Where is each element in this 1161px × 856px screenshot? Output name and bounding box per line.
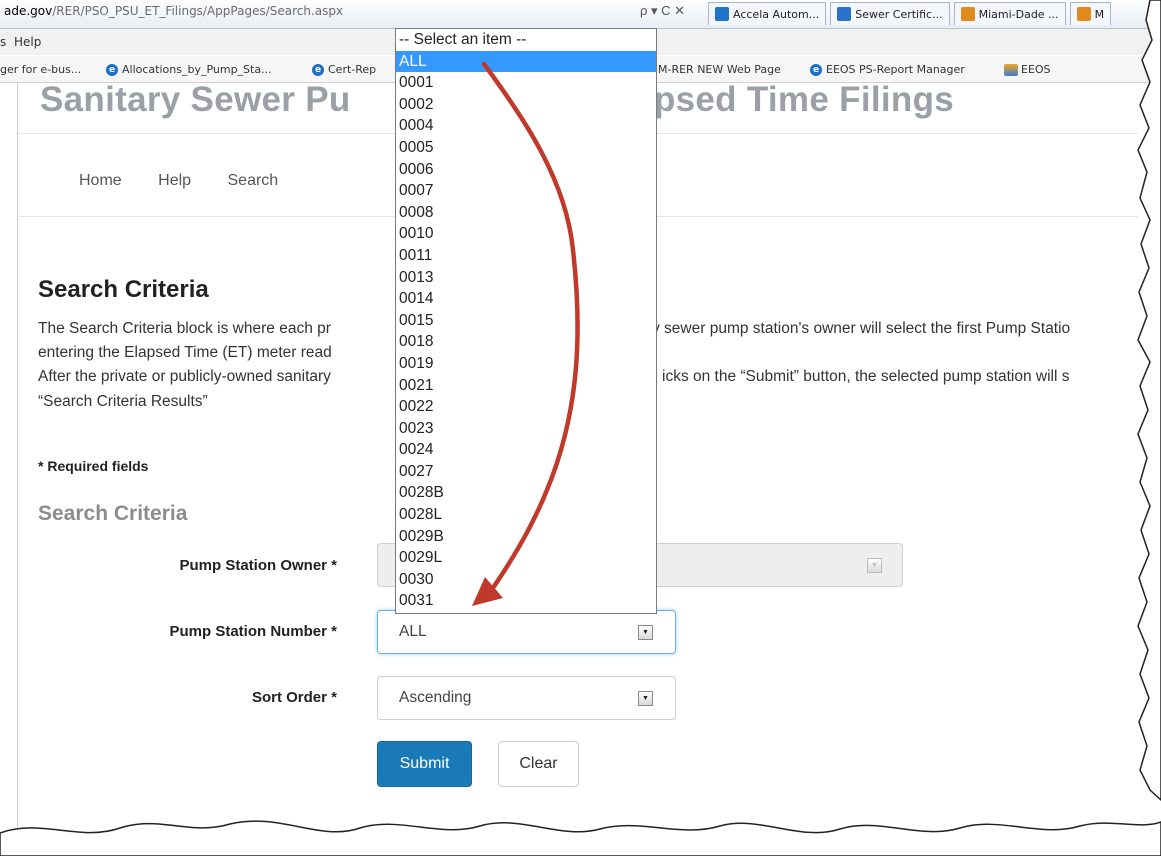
favorite-item[interactable]: e Allocations_by_Pump_Sta... [106,63,272,76]
url-text[interactable]: ade.gov/RER/PSO_PSU_ET_Filings/AppPages/… [4,4,343,18]
dropdown-option[interactable]: 0029L [396,547,656,569]
miami-dade-icon [1076,7,1091,21]
dropdown-option[interactable]: 0027 [396,461,656,483]
ie-icon: e [810,63,822,76]
dropdown-option[interactable]: 0022 [396,396,656,418]
dropdown-option[interactable]: 0001 [396,72,656,94]
dropdown-option[interactable]: 0005 [396,137,656,159]
dropdown-option[interactable]: 0007 [396,180,656,202]
menu-item-help[interactable]: Help [14,35,41,49]
dropdown-option[interactable]: 0031 [396,590,656,612]
dropdown-option[interactable]: 0029B [396,526,656,548]
nav-help[interactable]: Help [158,172,191,189]
sort-label: Sort Order * [251,689,337,706]
required-note: * Required fields [38,458,149,474]
sort-order-select[interactable]: Ascending ▼ [377,676,676,720]
main-nav: Home Help Search [79,172,310,190]
dropdown-option[interactable]: 0021 [396,375,656,397]
pump-station-number-select[interactable]: ALL ▼ [377,610,676,654]
dropdown-option[interactable]: ALL [396,50,656,73]
favorite-item[interactable]: e Cert-Rep [312,63,376,76]
nav-search[interactable]: Search [228,172,279,189]
nav-home[interactable]: Home [79,172,122,189]
dropdown-option[interactable]: 0023 [396,418,656,440]
description-line: “Search Criteria Results” [38,393,208,410]
description-line: y sewer pump station's owner will select… [652,320,1071,337]
dropdown-option[interactable]: 0008 [396,202,656,224]
description-line: icks on the “Submit” button, the selecte… [662,368,1070,385]
chevron-down-icon[interactable]: ▼ [638,691,653,706]
eeos-icon [1004,63,1018,76]
description-line: The Search Criteria block is where each … [38,320,331,337]
dropdown-option[interactable]: 0030 [396,569,656,591]
pump-station-dropdown-list[interactable]: -- Select an item -- ALL 0001 0002 0004 0005 0… [395,28,657,614]
dropdown-option[interactable]: 0004 [396,115,656,137]
dropdown-option[interactable]: 0013 [396,267,656,289]
dropdown-option[interactable]: 0011 [396,245,656,267]
favorite-item[interactable]: ger for e-bus... [0,63,81,76]
document-icon [837,7,852,21]
favorite-item[interactable]: M-RER NEW Web Page [658,63,781,76]
owner-label: Pump Station Owner * [179,557,337,574]
dropdown-option[interactable]: 0024 [396,439,656,461]
browser-tab[interactable]: Sewer Certific... [830,2,950,25]
section-title: Search Criteria [38,502,188,525]
number-label: Pump Station Number * [169,623,337,640]
favorite-item[interactable]: EEOS [1004,63,1051,76]
address-bar[interactable]: ade.gov/RER/PSO_PSU_ET_Filings/AppPages/… [0,0,1161,29]
browser-tab[interactable]: M [1069,2,1112,25]
page-border [17,82,18,842]
favorite-item[interactable]: e EEOS PS-Report Manager [810,63,965,76]
accela-icon [715,7,729,21]
ie-icon: e [106,63,118,76]
browser-tabs: Accela Autom... Sewer Certific... Miami-Da… [708,2,1115,26]
dropdown-option[interactable]: 0006 [396,159,656,181]
dropdown-option[interactable]: 0028L [396,504,656,526]
submit-button[interactable]: Submit [377,741,472,787]
miami-dade-icon [960,7,975,21]
dropdown-option[interactable]: -- Select an item -- [396,29,656,51]
dropdown-option[interactable]: 0002 [396,94,656,116]
browser-tab[interactable]: Miami-Dade ... [953,2,1066,25]
browser-tab[interactable]: Accela Autom... [708,2,827,25]
dropdown-option[interactable]: 0010 [396,223,656,245]
description-line: entering the Elapsed Time (ET) meter rea… [38,344,332,361]
chevron-down-icon: ▼ [867,558,882,573]
ie-icon: e [312,63,324,76]
dropdown-option[interactable]: 0019 [396,353,656,375]
dropdown-option[interactable]: 0015 [396,310,656,332]
clear-button[interactable]: Clear [498,741,579,787]
description-line: After the private or publicly-owned sani… [38,368,331,385]
dropdown-option[interactable]: 0028B [396,482,656,504]
address-controls[interactable]: ρ ▾ C ✕ [640,3,685,19]
menu-item-partial[interactable]: s [0,35,6,49]
dropdown-option[interactable]: 0018 [396,331,656,353]
dropdown-option[interactable]: 0014 [396,288,656,310]
page-title: Search Criteria [38,276,209,303]
chevron-down-icon[interactable]: ▼ [638,625,653,640]
